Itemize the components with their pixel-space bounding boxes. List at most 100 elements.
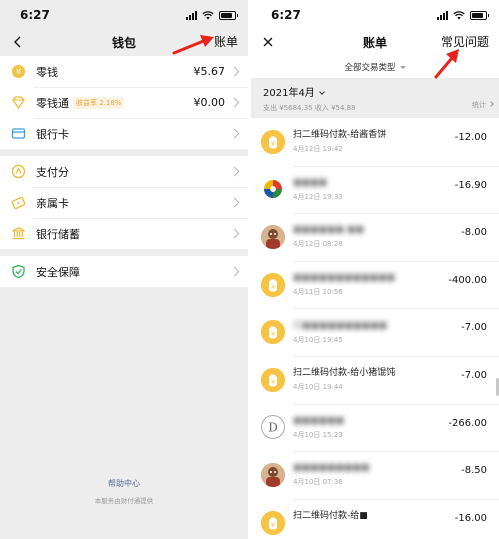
- menu-group: ¥ 零钱 ¥5.67 零钱通 收益率 2.18% ¥0.00 银行卡: [0, 56, 248, 149]
- wallet-menu: ¥ 零钱 ¥5.67 零钱通 收益率 2.18% ¥0.00 银行卡支付分亲属卡银行储蓄安全…: [0, 56, 248, 287]
- chevron-right-icon: [229, 197, 240, 208]
- transaction-time: 4月10日 19:44: [293, 383, 343, 392]
- payment-coin-icon: ¥: [261, 272, 285, 297]
- signal-icon: [437, 10, 448, 20]
- wallet-item-label: 安全保障: [36, 265, 80, 279]
- transaction-time: 4月12日 08:28: [293, 240, 343, 249]
- filter-label: 全部交易类型: [344, 63, 396, 73]
- transaction-row[interactable]: D ■■■■■■ 4月10日 15:23 -266.00: [251, 403, 499, 452]
- transaction-amount: -7.00: [461, 322, 487, 334]
- transaction-amount: -7.00: [461, 369, 487, 381]
- status-icons: [186, 9, 238, 21]
- transaction-row[interactable]: ■■■■ 4月12日 19:33 -16.90: [251, 165, 499, 214]
- provider-note: 本服务由财付通提供: [94, 497, 154, 505]
- svg-text:¥: ¥: [15, 68, 20, 77]
- transaction-row[interactable]: ¥ 扫二维码付款-给酱香饼 4月12日 19:42 -12.00: [251, 118, 499, 166]
- statistics-label: 统计: [472, 101, 486, 109]
- yield-badge: 收益率 2.18%: [73, 96, 125, 109]
- month-selector[interactable]: 2021年4月: [263, 84, 489, 99]
- wallet-item-0-1[interactable]: 零钱通 收益率 2.18% ¥0.00: [0, 87, 248, 118]
- wallet-item-label: 零钱通: [36, 96, 69, 110]
- chevron-down-icon: [318, 89, 325, 95]
- svg-text:¥: ¥: [271, 521, 275, 529]
- month-totals: 支出 ¥5684.35 收入 ¥54.88: [263, 104, 356, 112]
- status-bar: 6:27: [251, 0, 499, 30]
- svg-text:¥: ¥: [271, 140, 275, 148]
- wallet-item-label: 银行储蓄: [36, 227, 80, 241]
- chevron-right-icon: [488, 101, 494, 107]
- transaction-row[interactable]: ■■■■■■■■■ 4月10日 07:36 -8.50: [251, 451, 499, 499]
- transaction-row[interactable]: ■■■■■■ ■■ 4月12日 08:28 -8.00: [251, 213, 499, 261]
- wallet-item-0-2[interactable]: 银行卡: [0, 118, 248, 149]
- merchant-avatar: [261, 177, 285, 202]
- bank-card-icon: [10, 126, 26, 142]
- payment-coin-icon: ¥: [261, 320, 285, 345]
- transaction-amount: -8.50: [461, 465, 487, 477]
- transaction-time: [293, 525, 499, 535]
- transaction-time: 4月11日 10:56: [293, 288, 343, 297]
- diamond-icon: [10, 95, 26, 111]
- payment-coin-icon: ¥: [261, 510, 285, 535]
- caret-down-icon: [399, 66, 406, 69]
- statistics-button[interactable]: 统计: [472, 100, 494, 110]
- menu-group: 安全保障: [0, 256, 248, 287]
- wallet-screen: 6:27 钱包 账单 ¥ 零钱 ¥5.67 零钱通 收益率 2.18% ¥0.00 银行卡支…: [0, 0, 248, 539]
- transaction-amount: -400.00: [448, 274, 487, 286]
- wallet-item-0-0[interactable]: ¥ 零钱 ¥5.67: [0, 56, 248, 87]
- battery-icon: [470, 10, 489, 20]
- status-time: 6:27: [20, 8, 50, 22]
- coin-icon: ¥: [10, 64, 26, 80]
- wifi-icon: [453, 10, 465, 19]
- wallet-item-value: ¥5.67: [193, 65, 226, 78]
- transaction-time: 4月10日 15:23: [293, 430, 343, 439]
- chevron-right-icon: [229, 66, 240, 77]
- score-icon: [10, 164, 26, 180]
- transaction-list: ¥ 扫二维码付款-给酱香饼 4月12日 19:42 -12.00 ■■■■ 4月12日 1…: [251, 118, 499, 539]
- wallet-item-1-1[interactable]: 亲属卡: [0, 187, 248, 218]
- status-time: 6:27: [271, 8, 301, 22]
- family-card-icon: [10, 195, 26, 211]
- month-summary: 2021年4月 支出 ¥5684.35 收入 ¥54.88 统计: [251, 78, 499, 118]
- transaction-time: 4月10日 07:36: [293, 478, 343, 487]
- payment-coin-icon: ¥: [261, 367, 285, 392]
- transaction-amount: -266.00: [448, 417, 487, 429]
- wallet-item-label: 亲属卡: [36, 196, 69, 210]
- wifi-icon: [202, 10, 214, 19]
- wallet-item-1-2[interactable]: 银行储蓄: [0, 218, 248, 249]
- battery-icon: [219, 10, 238, 20]
- svg-text:¥: ¥: [271, 378, 275, 386]
- transaction-time: 4月12日 19:42: [293, 145, 343, 154]
- transaction-row[interactable]: ¥ 扫■■■■■■■■■■ 4月10日 19:45 -7.00: [251, 308, 499, 356]
- merchant-avatar: [261, 462, 285, 487]
- wallet-item-1-0[interactable]: 支付分: [0, 156, 248, 187]
- bill-screen: 6:27 账单 常见问题 全部交易类型 2021年4月 支出 ¥5684.35 …: [251, 0, 499, 539]
- merchant-avatar: D: [261, 415, 285, 440]
- transaction-amount: -8.00: [461, 227, 487, 239]
- month-label: 2021年4月: [263, 88, 315, 99]
- footer: 帮助中心 本服务由财付通提供: [0, 478, 248, 505]
- svg-text:¥: ¥: [271, 283, 275, 291]
- transaction-amount: -16.90: [454, 179, 487, 191]
- wallet-item-label: 银行卡: [36, 127, 69, 141]
- signal-icon: [186, 10, 197, 20]
- transaction-amount: -12.00: [454, 132, 487, 143]
- svg-text:¥: ¥: [271, 330, 275, 338]
- wallet-item-label: 零钱: [36, 65, 58, 79]
- chevron-right-icon: [229, 97, 240, 108]
- bill-button[interactable]: 账单: [214, 33, 238, 50]
- menu-group: 支付分亲属卡银行储蓄: [0, 156, 248, 249]
- wallet-item-label: 支付分: [36, 165, 69, 179]
- chevron-right-icon: [229, 166, 240, 177]
- transaction-row[interactable]: ¥ 扫二维码付款-给小猪馄饨 4月10日 19:44 -7.00: [251, 355, 499, 404]
- shield-icon: [10, 264, 26, 280]
- transaction-row[interactable]: ¥ 扫二维码付款-给■ -16.00: [251, 498, 499, 539]
- transaction-time: 4月12日 19:33: [293, 192, 343, 201]
- transaction-row[interactable]: ¥ ■■■■■■■■■■■■ 4月11日 10:56 -400.00: [251, 260, 499, 309]
- status-icons: [437, 9, 489, 21]
- wallet-item-2-0[interactable]: 安全保障: [0, 256, 248, 287]
- status-bar: 6:27: [0, 0, 248, 30]
- red-arrow-annotation: [172, 35, 214, 55]
- chevron-right-icon: [229, 266, 240, 277]
- wallet-item-value: ¥0.00: [193, 96, 226, 109]
- help-center-link[interactable]: 帮助中心: [0, 478, 248, 489]
